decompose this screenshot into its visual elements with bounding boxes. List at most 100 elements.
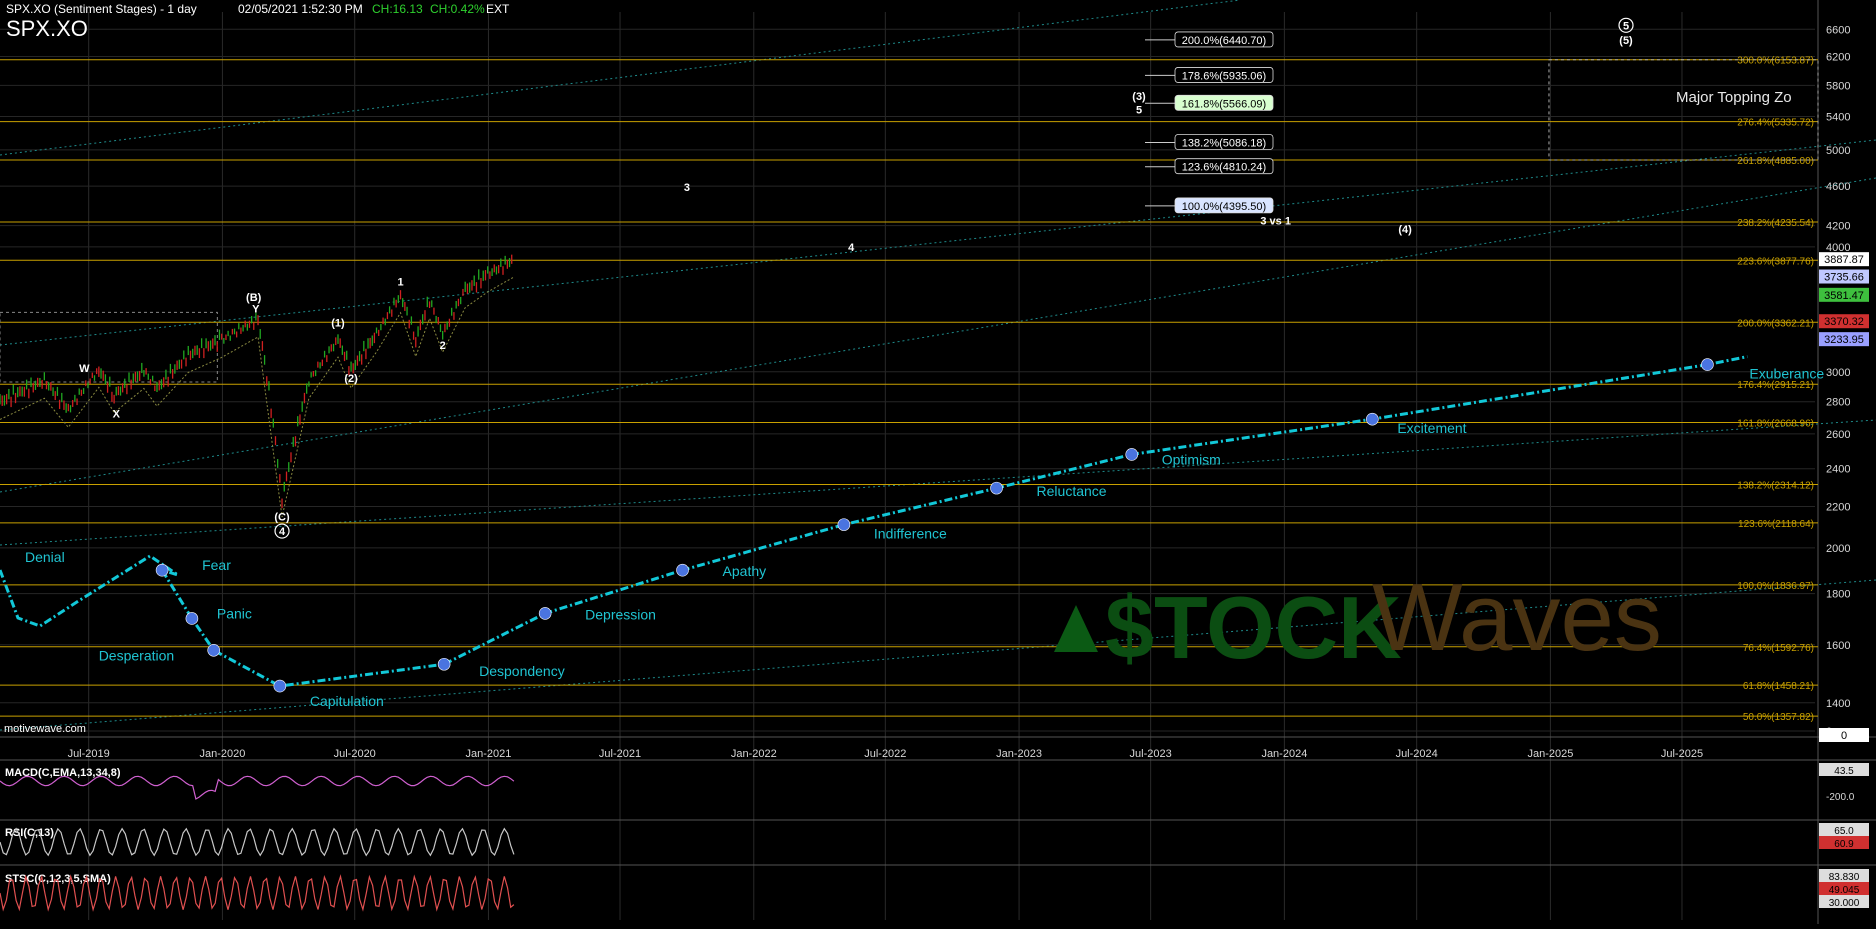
wave-label: 5 [1623, 20, 1629, 32]
stage-marker [155, 563, 169, 577]
wave-label: 1 [397, 276, 403, 288]
x-tick-label: Jan-2022 [731, 748, 777, 760]
price-label: 3581.47 [1824, 290, 1864, 302]
indicator-line [0, 827, 515, 857]
y-tick-label: 2400 [1826, 464, 1850, 476]
indicator-value: 65.0 [1834, 826, 1854, 837]
target-label: 138.2%(5086.18) [1182, 137, 1266, 149]
wave-label: (C) [274, 512, 290, 524]
chart-window: 300.0%(6153.87) 276.4%(5335.72) 261.8%(488… [0, 0, 1876, 924]
stage-marker [990, 481, 1003, 495]
y-tick-label: 2800 [1826, 397, 1850, 409]
fib-label: 176.4%(2915.21) [1737, 380, 1814, 391]
fib-label: 200.0%(3362.21) [1737, 318, 1814, 329]
fib-label: 261.8%(4885.00) [1737, 156, 1814, 167]
stage-label: Denial [25, 549, 65, 565]
fib-label: 300.0%(6153.87) [1737, 56, 1814, 67]
fib-label: 123.6%(2118.64) [1738, 519, 1814, 530]
watermark-text: motivewave.com [4, 723, 86, 735]
stage-label: Indifference [874, 526, 947, 542]
y-tick-label: 6600 [1826, 24, 1850, 36]
price-label: 3233.95 [1824, 334, 1864, 346]
stage-marker [1701, 358, 1714, 371]
indicator-panes: MACD(C,EMA,13,34,8) 43.5-200.0RSI(C,13) 65… [0, 763, 1869, 912]
wave-label: 4 [848, 242, 855, 254]
target-label: 200.0%(6440.70) [1182, 35, 1266, 47]
stage-marker [273, 679, 287, 693]
fib-label: 161.8%(2668.96) [1737, 419, 1814, 430]
target-label: 178.6%(5935.06) [1182, 70, 1266, 82]
wave-label: (4) [1398, 224, 1412, 236]
header-session: EXT [486, 2, 510, 16]
grid [0, 0, 1876, 924]
indicator-value: 60.9 [1834, 839, 1854, 850]
stage-label: Exuberance [1749, 366, 1824, 382]
stage-marker [1125, 448, 1139, 461]
x-tick-label: Jul-2024 [1396, 748, 1438, 760]
stage-marker [676, 563, 689, 577]
y-tick-label: 5800 [1826, 80, 1850, 92]
wave-label: (5) [1619, 35, 1633, 47]
y-tick-label: 6200 [1826, 51, 1850, 63]
x-tick-label: Jan-2024 [1261, 748, 1307, 760]
wave-label: 4 [279, 526, 286, 538]
indicator-value: 30.000 [1829, 898, 1860, 909]
stage-label: Panic [217, 605, 252, 621]
stage-label: Capitulation [310, 693, 384, 709]
header-change-pct: CH:0.42% [430, 2, 485, 16]
x-tick-label: Jul-2019 [68, 748, 110, 760]
y-tick-label: 5000 [1826, 145, 1850, 157]
wave-label: W [79, 363, 90, 375]
x-tick-label: Jul-2021 [599, 748, 641, 760]
stage-label: Fear [202, 557, 231, 573]
stage-label: Excitement [1397, 420, 1466, 436]
wave-label: (1) [331, 317, 345, 329]
y-tick-label: 3000 [1826, 367, 1850, 379]
topping-zone-label: Major Topping Zo [1676, 89, 1792, 106]
x-tick-label: Jul-2023 [1130, 748, 1172, 760]
target-label: 161.8%(5566.09) [1182, 98, 1266, 110]
indicator-line [0, 775, 515, 800]
y-tick-label: 1600 [1826, 640, 1850, 652]
stage-label: Despondency [479, 663, 565, 679]
wave-label: (B) [246, 292, 262, 304]
fib-label: 138.2%(2314.12) [1737, 481, 1814, 492]
topping-zone-box [1548, 59, 1819, 161]
y-tick-label: 2200 [1826, 501, 1850, 513]
stage-marker [185, 612, 199, 625]
price-chart[interactable]: 300.0%(6153.87) 276.4%(5335.72) 261.8%(488… [0, 0, 1876, 924]
target-label: 123.6%(4810.24) [1182, 162, 1266, 174]
indicator-tick: -200.0 [1826, 792, 1855, 803]
y-tick-label: 4600 [1826, 181, 1850, 193]
stockwaves-logo: $TOCK Waves [1054, 564, 1662, 677]
wave-labels: WX(B)Y(C)4(1)(2)1234(3)53 vs 1(4)5(5) [79, 17, 1634, 539]
fib-label: 76.4%(1592.76) [1743, 643, 1814, 654]
stage-marker [538, 607, 552, 620]
price-label: 3735.66 [1824, 272, 1864, 284]
fib-label: 50.0%(1357.82) [1743, 712, 1814, 723]
logo-stock-text: $TOCK [1105, 578, 1402, 677]
stage-label: Apathy [723, 563, 767, 579]
price-label: 3887.87 [1824, 254, 1864, 266]
stage-marker [437, 657, 451, 671]
wave-label: Y [252, 303, 260, 315]
stage-label: Depression [585, 606, 656, 622]
fib-label: 238.2%(4235.54) [1737, 218, 1814, 229]
y-tick-label: 2000 [1826, 543, 1850, 555]
channel-line [0, 177, 1876, 493]
price-axis: 6600 6200 5800 5400 5000 4600 4200 4000 3000 2800… [1819, 24, 1869, 742]
header-datetime: 02/05/2021 1:52:30 PM [238, 2, 363, 16]
y-tick-label: 2600 [1826, 429, 1850, 441]
y-tick-label: 5400 [1826, 111, 1850, 123]
stage-marker [837, 518, 851, 531]
x-tick-label: Jan-2021 [466, 748, 512, 760]
stage-label: Reluctance [1037, 483, 1107, 499]
x-tick-label: Jan-2020 [199, 748, 245, 760]
symbol-label: SPX.XO [6, 16, 88, 41]
wave-label: (3) [1132, 91, 1146, 103]
logo-waves-text: Waves [1372, 564, 1662, 671]
price-label: 3370.32 [1824, 316, 1864, 328]
fib-label: 100.0%(1836.97) [1737, 581, 1814, 592]
fib-label: 223.6%(3877.76) [1737, 256, 1814, 267]
y-tick-label: 1400 [1826, 698, 1850, 710]
